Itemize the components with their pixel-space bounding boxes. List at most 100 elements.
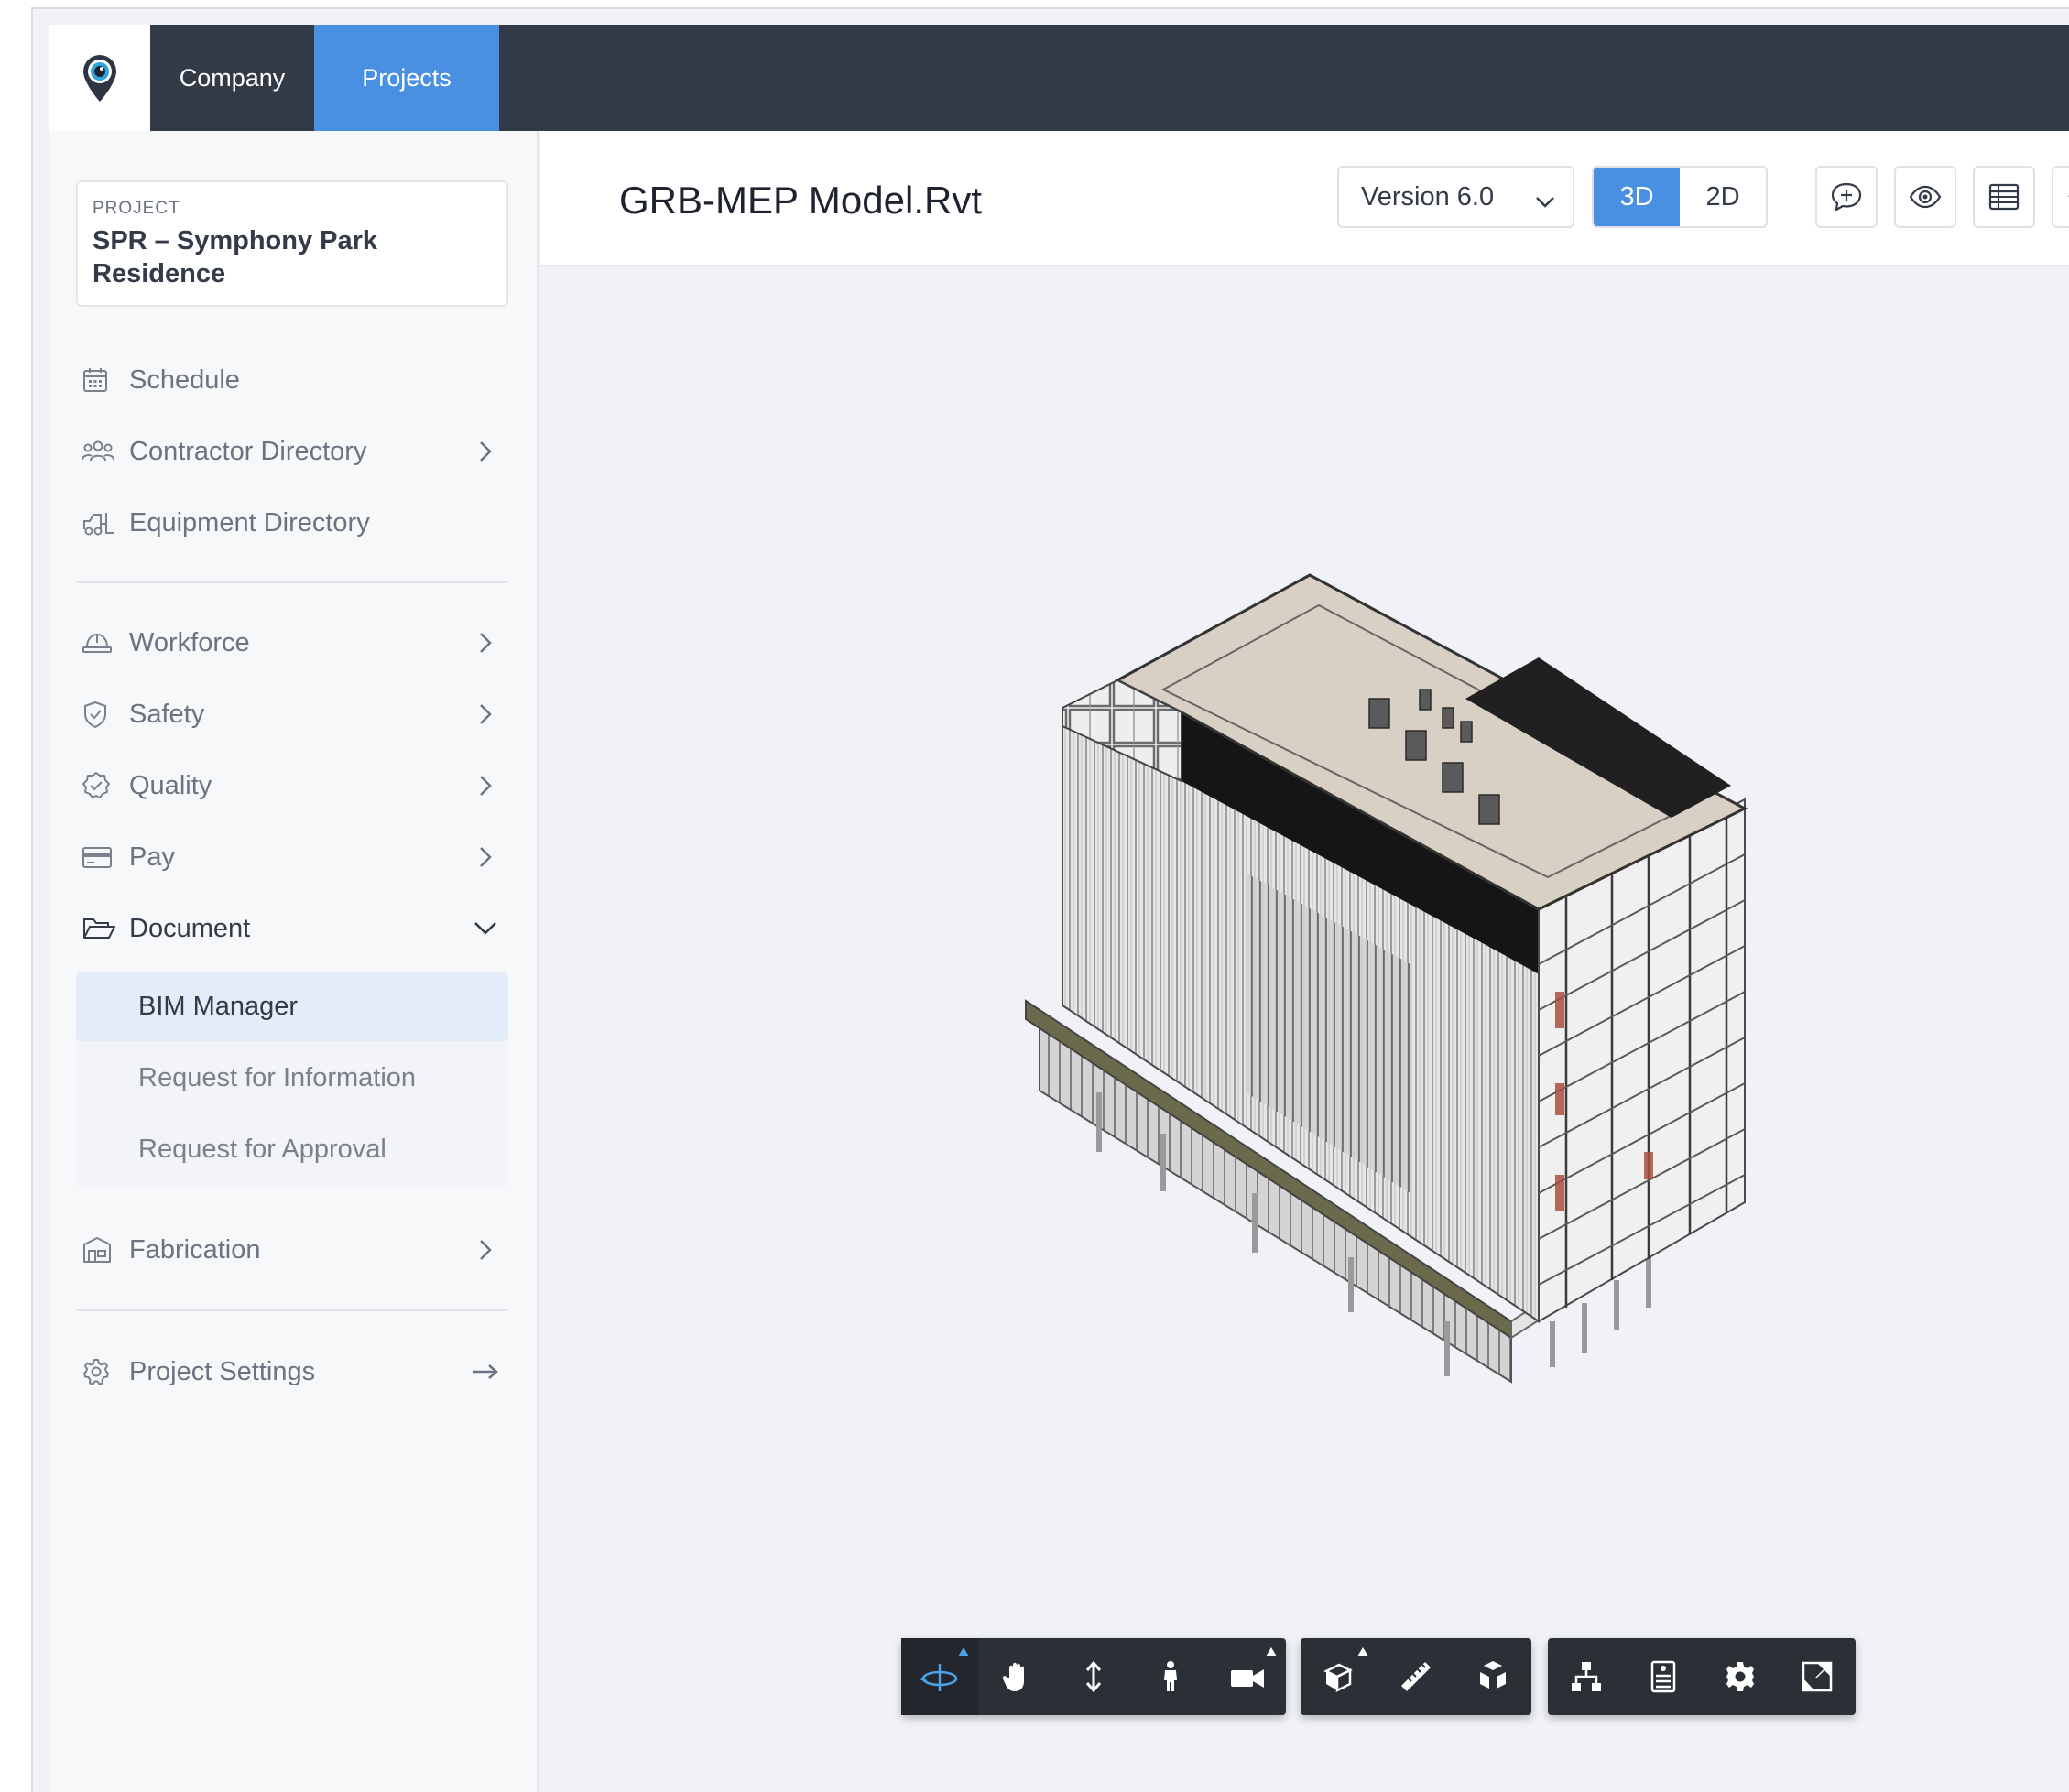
- sidebar-item-label: Project Settings: [129, 1356, 316, 1386]
- sidebar-item-label: Quality: [129, 770, 212, 800]
- tools-toolbar: [1301, 1638, 1531, 1715]
- top-navbar: Company Projects: [49, 25, 2069, 131]
- view-3d-button[interactable]: 3D: [1594, 168, 1680, 226]
- sidebar-item-label: Document: [129, 913, 251, 943]
- sidebar-item-contractor-directory[interactable]: Contractor Directory: [76, 419, 508, 483]
- shield-check-icon: [76, 700, 129, 729]
- fullscreen-icon: [1802, 1661, 1833, 1692]
- sidebar-item-label: Fabrication: [129, 1234, 261, 1265]
- section-tool-button[interactable]: [1301, 1638, 1378, 1715]
- comment-plus-icon: [1831, 182, 1862, 212]
- sidebar-item-label: Schedule: [129, 364, 240, 395]
- forklift-icon: [76, 509, 129, 537]
- hierarchy-icon: [1572, 1662, 1601, 1691]
- tool-flyout-indicator: [1357, 1647, 1368, 1656]
- table-icon: [1988, 183, 2020, 211]
- submenu-item-request-for-approval[interactable]: Request for Approval: [76, 1114, 508, 1184]
- visibility-button[interactable]: [1894, 166, 1956, 228]
- person-icon: [1164, 1661, 1177, 1691]
- view-2d-button[interactable]: 2D: [1680, 168, 1766, 226]
- folder-open-icon: [76, 915, 129, 942]
- nav-projects[interactable]: Projects: [314, 25, 499, 131]
- chevron-right-icon: [463, 702, 508, 726]
- sidebar-item-quality[interactable]: Quality: [76, 754, 508, 818]
- explode-cube-icon: [1480, 1661, 1506, 1689]
- sidebar-item-label: Safety: [129, 699, 205, 729]
- fullscreen-button[interactable]: [1779, 1638, 1856, 1715]
- page-title: GRB-MEP Model.Rvt: [619, 179, 982, 222]
- sidebar-item-label: Equipment Directory: [129, 507, 370, 538]
- logo-icon: [83, 55, 116, 102]
- walk-tool-button[interactable]: [1132, 1638, 1209, 1715]
- home-icon: [2068, 195, 2069, 197]
- section-box-icon: [1323, 1663, 1353, 1693]
- orbit-tool-button[interactable]: [901, 1638, 978, 1715]
- project-name: SPR – Symphony Park Residence: [93, 226, 378, 288]
- chevron-right-icon: [463, 845, 508, 869]
- submenu-item-bim-manager[interactable]: BIM Manager: [76, 972, 508, 1041]
- properties-button[interactable]: [1625, 1638, 1702, 1715]
- sidebar-item-pay[interactable]: Pay: [76, 825, 508, 889]
- version-select-value: Version 6.0: [1361, 181, 1495, 212]
- app-window: Company Projects PROJECT SPR – Symphony …: [31, 7, 2069, 1792]
- people-icon: [76, 438, 129, 465]
- app-logo[interactable]: [49, 25, 150, 131]
- sidebar: PROJECT SPR – Symphony Park Residence Sc…: [49, 131, 539, 1792]
- measure-tool-button[interactable]: [1378, 1638, 1454, 1715]
- home-view-button[interactable]: [2052, 166, 2069, 228]
- pan-tool-button[interactable]: [978, 1638, 1055, 1715]
- table-view-button[interactable]: [1973, 166, 2035, 228]
- orbit-icon: [920, 1664, 958, 1691]
- sidebar-item-safety[interactable]: Safety: [76, 682, 508, 746]
- content-header: GRB-MEP Model.Rvt Version 6.0 3D 2D: [540, 131, 2069, 266]
- nav-company[interactable]: Company: [150, 25, 314, 131]
- sidebar-item-workforce[interactable]: Workforce: [76, 611, 508, 675]
- document-submenu: BIM Manager Request for Information Requ…: [76, 972, 508, 1188]
- sidebar-divider: [76, 1309, 508, 1311]
- zoom-tool-button[interactable]: [1055, 1638, 1132, 1715]
- gear-icon: [76, 1357, 129, 1386]
- viewer-settings-button[interactable]: [1702, 1638, 1779, 1715]
- add-comment-button[interactable]: [1815, 166, 1878, 228]
- tool-flyout-indicator: [1266, 1647, 1277, 1656]
- sidebar-item-project-settings[interactable]: Project Settings: [76, 1340, 508, 1404]
- tool-flyout-indicator: [958, 1647, 969, 1656]
- chevron-right-icon: [463, 440, 508, 463]
- zoom-arrows-icon: [1085, 1660, 1102, 1693]
- chevron-right-icon: [463, 774, 508, 798]
- navigation-toolbar: [901, 1638, 1286, 1715]
- sidebar-divider: [76, 581, 508, 583]
- version-select[interactable]: Version 6.0: [1337, 166, 1574, 228]
- badge-check-icon: [76, 771, 129, 800]
- calendar-icon: [76, 366, 129, 394]
- view-mode-toggle: 3D 2D: [1592, 166, 1768, 228]
- eye-icon: [1909, 185, 1942, 209]
- model-browser-button[interactable]: [1548, 1638, 1625, 1715]
- chevron-down-icon: [463, 920, 508, 937]
- hardhat-icon: [76, 629, 129, 657]
- credit-card-icon: [76, 844, 129, 870]
- project-card[interactable]: PROJECT SPR – Symphony Park Residence: [76, 180, 508, 307]
- camera-tool-button[interactable]: [1209, 1638, 1286, 1715]
- chevron-right-icon: [463, 631, 508, 655]
- ruler-icon: [1401, 1662, 1431, 1691]
- submenu-item-request-for-information[interactable]: Request for Information: [76, 1043, 508, 1113]
- sidebar-item-document[interactable]: Document: [76, 896, 508, 961]
- sidebar-item-fabrication[interactable]: Fabrication: [76, 1218, 508, 1282]
- arrow-right-icon: [463, 1363, 508, 1381]
- sidebar-item-label: Pay: [129, 842, 175, 872]
- gear-icon: [1726, 1662, 1754, 1691]
- project-label: PROJECT: [93, 199, 180, 218]
- sidebar-item-schedule[interactable]: Schedule: [76, 348, 508, 412]
- model-viewer[interactable]: [540, 268, 2069, 1792]
- explode-tool-button[interactable]: [1454, 1638, 1531, 1715]
- sidebar-item-label: Contractor Directory: [129, 436, 367, 466]
- building-model[interactable]: [540, 268, 2069, 1792]
- properties-icon: [1650, 1660, 1676, 1693]
- sidebar-item-equipment-directory[interactable]: Equipment Directory: [76, 491, 508, 555]
- chevron-right-icon: [463, 1238, 508, 1262]
- camera-icon: [1231, 1669, 1264, 1688]
- factory-icon: [76, 1235, 129, 1265]
- chevron-down-icon: [1534, 188, 1556, 218]
- settings-toolbar: [1548, 1638, 1856, 1715]
